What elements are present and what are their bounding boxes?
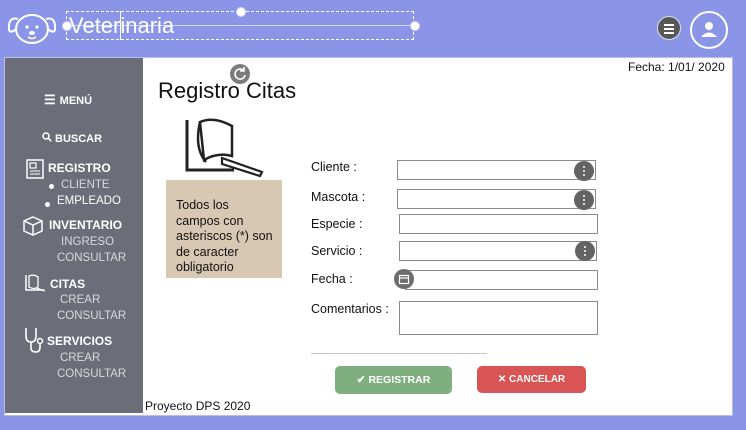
- sidebar-item-consultar-citas[interactable]: CONSULTAR: [57, 310, 126, 322]
- search-label: BUSCAR: [55, 133, 103, 145]
- sidebar-section-inventario[interactable]: INVENTARIO: [49, 218, 122, 232]
- check-icon: ✔: [356, 374, 369, 386]
- mascota-field[interactable]: [397, 189, 596, 209]
- cancel-label: CANCELAR: [509, 374, 566, 385]
- calendar-icon[interactable]: [394, 269, 414, 289]
- resize-handle[interactable]: [236, 7, 246, 17]
- menu-toggle[interactable]: ☰ MENÚ: [44, 92, 92, 108]
- sidebar-item-consultar-inventario[interactable]: CONSULTAR: [57, 252, 126, 264]
- close-icon: ✕: [497, 374, 510, 385]
- top-bar: Veterinaria: [0, 0, 746, 58]
- dog-logo-icon: [7, 14, 57, 44]
- hamburger-icon: ☰: [44, 92, 56, 107]
- stethoscope-icon: [25, 328, 44, 353]
- more-options-icon[interactable]: [574, 161, 594, 181]
- register-button[interactable]: ✔ REGISTRAR: [335, 366, 452, 394]
- cancel-button[interactable]: ✕ CANCELAR: [477, 366, 586, 393]
- servicio-field[interactable]: [399, 241, 597, 261]
- bullet: [49, 184, 54, 189]
- box-icon: [23, 216, 43, 236]
- required-fields-note: Todos los campos con asteriscos (*) son …: [166, 180, 282, 278]
- search-icon: [42, 132, 52, 142]
- more-options-icon[interactable]: [574, 190, 594, 210]
- selection-guide: [66, 25, 414, 26]
- bullet: [45, 202, 50, 207]
- mascota-label: Mascota :: [311, 190, 366, 204]
- menu-icon[interactable]: [657, 16, 681, 40]
- user-avatar-button[interactable]: [690, 11, 728, 49]
- sidebar-item-ingreso[interactable]: INGRESO: [61, 236, 114, 248]
- sidebar: ☰ MENÚ BUSCAR REGISTRO CLIENTE EMPLEADO I…: [5, 58, 143, 413]
- user-icon: [701, 22, 717, 37]
- divider: [311, 353, 487, 354]
- especie-field[interactable]: [399, 214, 598, 234]
- sidebar-section-servicios[interactable]: SERVICIOS: [47, 334, 112, 348]
- sidebar-item-crear-cita[interactable]: CREAR: [60, 294, 100, 306]
- sidebar-item-empleado[interactable]: EMPLEADO: [57, 195, 121, 207]
- especie-label: Especie :: [311, 217, 363, 231]
- footer-text: Proyecto DPS 2020: [145, 399, 251, 413]
- comentarios-field[interactable]: [399, 301, 598, 335]
- resize-handle[interactable]: [410, 21, 420, 31]
- sidebar-item-crear-servicio[interactable]: CREAR: [60, 352, 100, 364]
- note-icon: [25, 274, 46, 292]
- sidebar-item-cliente[interactable]: CLIENTE: [61, 179, 110, 191]
- sidebar-section-registro[interactable]: REGISTRO: [48, 161, 111, 175]
- id-card-icon: [26, 159, 44, 179]
- servicio-label: Servicio :: [311, 244, 363, 258]
- search-link[interactable]: BUSCAR: [42, 132, 102, 145]
- cliente-label: Cliente :: [311, 160, 357, 174]
- register-label: REGISTRAR: [368, 374, 431, 386]
- fecha-label: Fecha :: [311, 272, 353, 286]
- resize-handle[interactable]: [62, 21, 72, 31]
- more-options-icon[interactable]: [575, 241, 595, 261]
- menu-label: MENÚ: [59, 95, 93, 107]
- fecha-field[interactable]: [405, 270, 598, 290]
- page-title: Registro Citas: [158, 78, 297, 103]
- note-icon: [185, 118, 264, 178]
- sidebar-item-consultar-servicios[interactable]: CONSULTAR: [57, 368, 126, 380]
- sidebar-section-citas[interactable]: CITAS: [50, 277, 85, 291]
- comentarios-label: Comentarios :: [311, 302, 389, 316]
- date-label: Fecha: 1/01/ 2020: [628, 60, 725, 74]
- cliente-field[interactable]: [397, 160, 596, 180]
